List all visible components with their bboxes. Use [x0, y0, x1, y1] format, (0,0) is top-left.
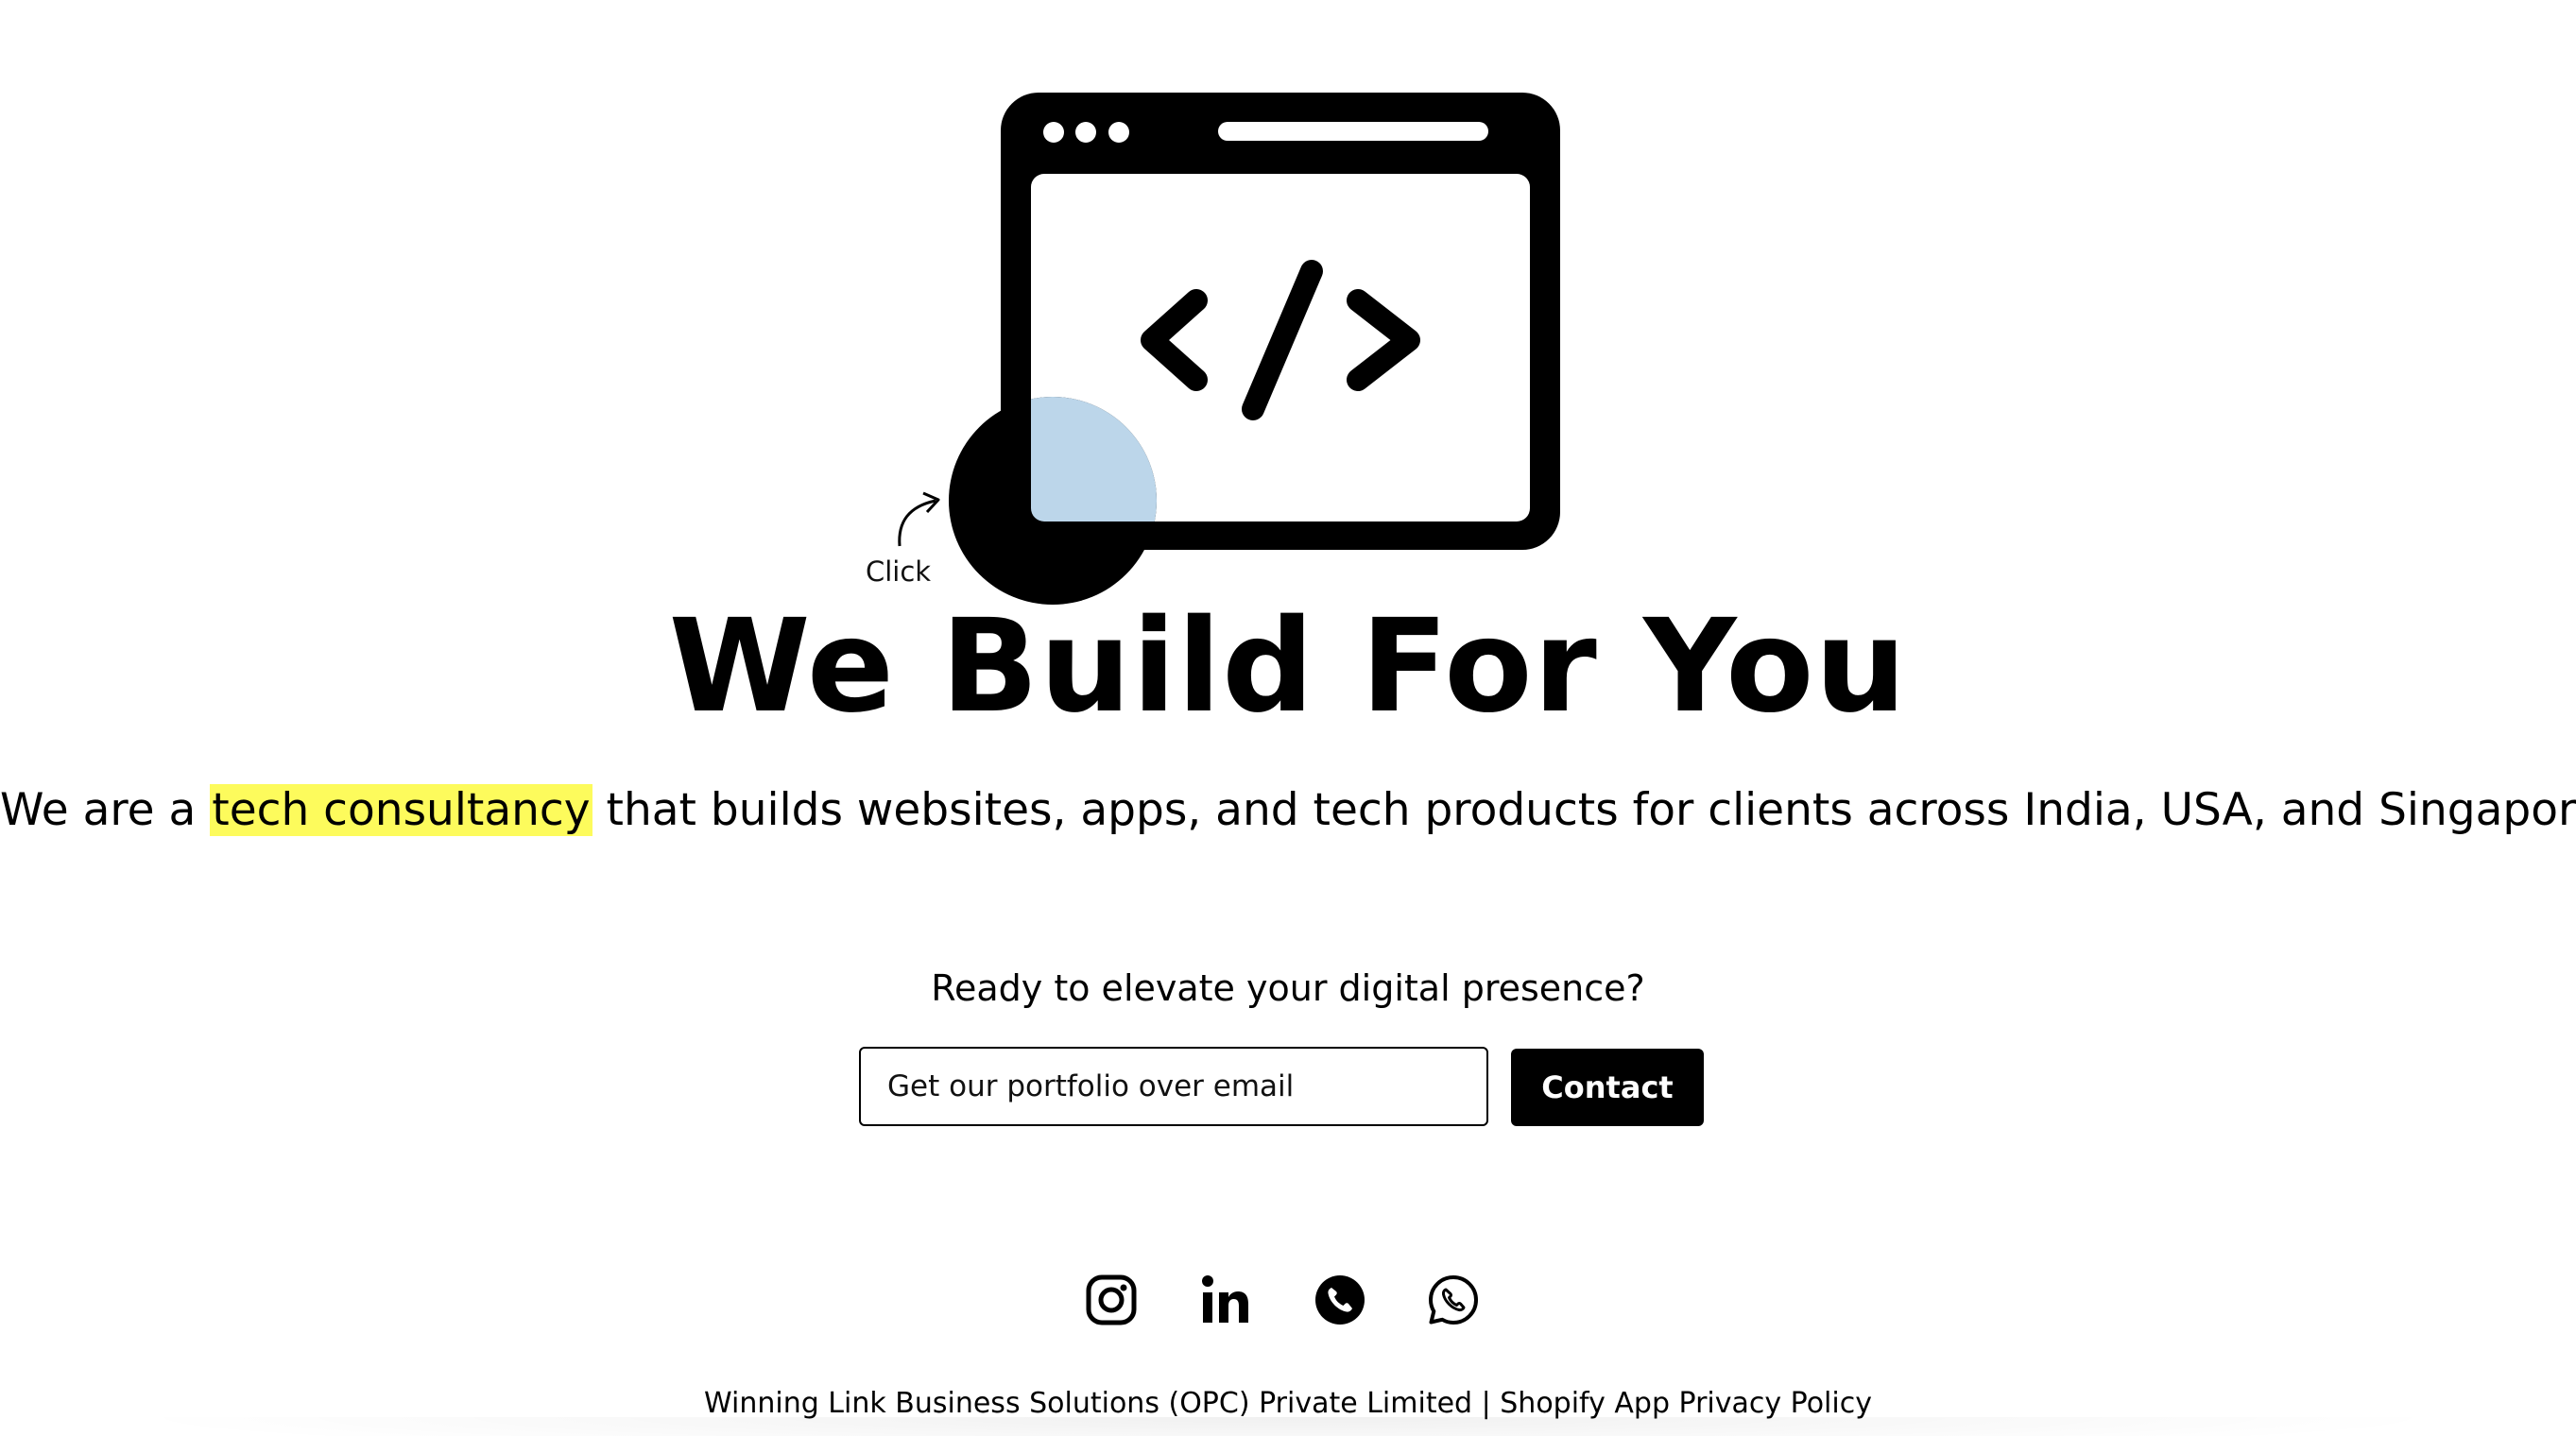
- phone-link[interactable]: [1306, 1266, 1374, 1334]
- whatsapp-link[interactable]: [1419, 1266, 1487, 1334]
- contact-button[interactable]: Contact: [1511, 1049, 1704, 1126]
- curved-arrow-icon: [898, 491, 940, 547]
- page-title: We Build For You: [668, 592, 1908, 742]
- landing-page: Click We Build For You We are a tech con…: [0, 0, 2576, 1436]
- instagram-icon: [1086, 1274, 1137, 1325]
- tagline: We are a tech consultancy that builds we…: [0, 780, 2576, 841]
- privacy-policy-link[interactable]: Shopify App Privacy Policy: [1500, 1387, 1872, 1420]
- email-input[interactable]: [859, 1047, 1488, 1126]
- tagline-prefix: We are a: [0, 784, 211, 836]
- tagline-highlight: tech consultancy: [210, 784, 592, 836]
- social-links: [1077, 1266, 1503, 1334]
- tagline-suffix: that builds websites, apps, and tech pro…: [592, 784, 2576, 836]
- company-name: Winning Link Business Solutions (OPC) Pr…: [704, 1387, 1473, 1420]
- linkedin-link[interactable]: [1191, 1266, 1259, 1334]
- hero-illustration: [898, 93, 1560, 605]
- linkedin-icon: [1202, 1275, 1248, 1323]
- footer-separator: |: [1472, 1387, 1501, 1420]
- instagram-link[interactable]: [1077, 1266, 1145, 1334]
- whatsapp-icon: [1429, 1275, 1478, 1325]
- footer-shadow: [113, 1417, 2463, 1436]
- click-label: Click: [866, 556, 932, 588]
- phone-icon: [1315, 1275, 1365, 1325]
- cta-question: Ready to elevate your digital presence?: [931, 967, 1645, 1009]
